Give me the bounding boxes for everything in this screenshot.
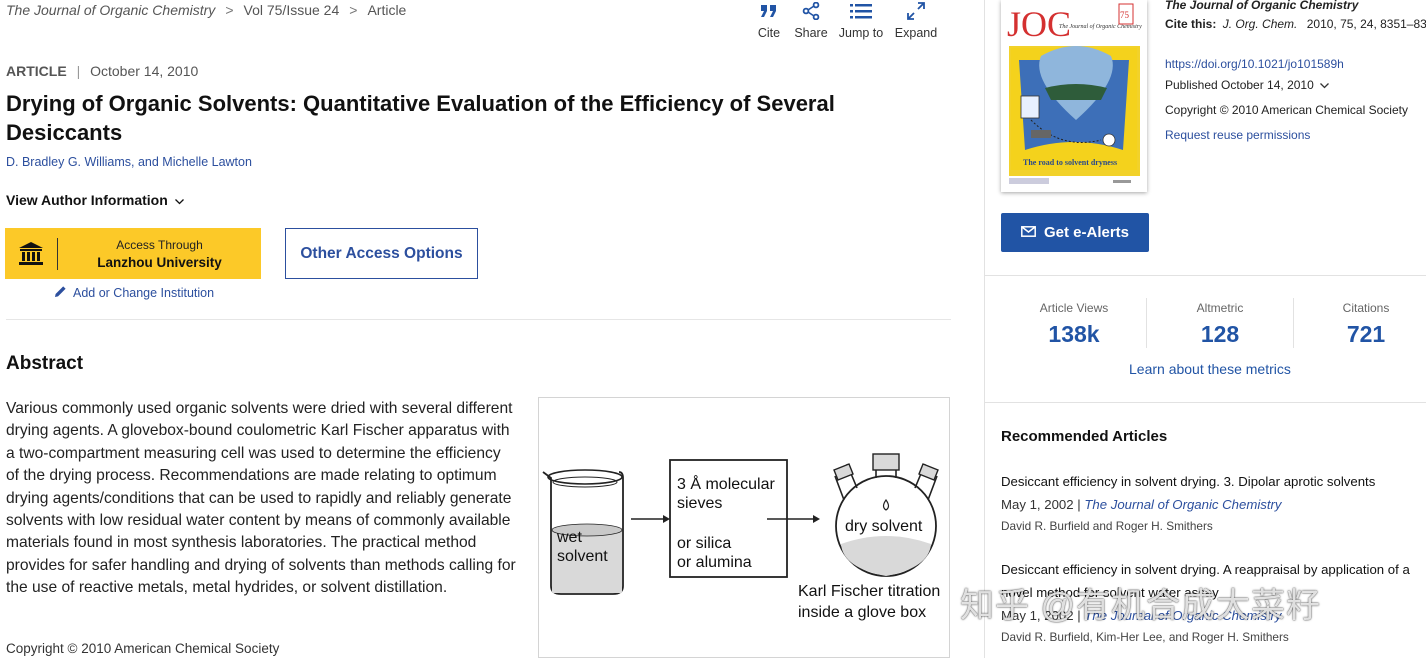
abstract-heading: Abstract [6,353,84,374]
pencil-icon [54,285,67,301]
sidebar-copyright: Copyright © 2010 American Chemical Socie… [1165,103,1408,117]
published-label: Published October 14, 2010 [1165,78,1314,92]
jump-to-button[interactable]: Jump to [836,0,886,40]
metric-value: 138k [1048,321,1100,347]
share-icon [802,0,820,22]
cite-this-label: Cite this: [1165,17,1217,31]
cover-badge: 75 [1120,10,1130,20]
figure-label-solvent: solvent [557,548,608,565]
abstract-text: Various commonly used organic solvents w… [6,400,516,597]
cite-label: Cite [757,26,781,40]
divider [985,275,1426,276]
quote-icon [761,0,777,22]
doi-link[interactable]: https://doi.org/10.1021/jo101589h [1165,54,1426,75]
article-date: October 14, 2010 [90,63,199,79]
cover-caption: The road to solvent dryness [1023,158,1117,167]
recommended-title[interactable]: Desiccant efficiency in solvent drying. … [1001,470,1426,493]
cite-journal-abbrev: J. Org. Chem. [1222,17,1298,31]
breadcrumb-issue[interactable]: Vol 75/Issue 24 [244,2,340,18]
watermark: 知乎 @有机合成大菜籽 [960,587,1321,625]
learn-metrics-link[interactable]: Learn about these metrics [1129,361,1291,377]
column-divider [984,0,985,658]
recommended-authors: David R. Burfield and Roger H. Smithers [1001,519,1213,533]
recommended-heading: Recommended Articles [1001,428,1168,445]
abstract-graphic[interactable]: wet solvent 3 Å molecular sieves or sili… [538,397,950,658]
article-title: Drying of Organic Solvents: Quantitative… [6,91,835,145]
get-e-alerts-button[interactable]: Get e-Alerts [1001,213,1149,252]
expand-icon [907,0,925,22]
access-through-label: Access Through [116,237,203,252]
breadcrumb-separator: > [225,2,234,18]
cite-this: Cite this: J. Org. Chem. 2010, 75, 24, 8… [1165,14,1426,35]
beaker-illustration [542,469,624,595]
recommended-date: May 1, 2002 | [1001,497,1085,512]
three-neck-flask-illustration [833,453,939,577]
metric-divider [1293,298,1294,348]
journal-cover[interactable]: JOC The Journal of Organic Chemistry 75 … [1001,0,1147,192]
access-through-button[interactable]: Access Through Lanzhou University [5,228,261,279]
metric-altmetric: Altmetric 128 [1150,301,1290,348]
share-label: Share [794,26,828,40]
change-institution-label: Add or Change Institution [73,286,215,300]
divider [6,319,951,320]
cite-button[interactable]: Cite [752,0,786,40]
chevron-down-icon [174,192,184,208]
expand-label: Expand [894,26,938,40]
figure-label-kf-1: Karl Fischer titration [798,583,940,600]
metric-label: Altmetric [1196,301,1244,315]
breadcrumb-separator: > [349,2,358,18]
list-icon [850,0,872,22]
metric-label: Citations [1342,301,1390,315]
kicker-divider: | [76,63,81,79]
figure-label-silica: or silica [677,535,731,552]
institution-icon [5,237,58,270]
metric-label: Article Views [1039,301,1109,315]
recommended-item[interactable]: Desiccant efficiency in solvent drying. … [1001,470,1426,537]
reuse-permissions-link[interactable]: Request reuse permissions [1165,125,1426,146]
breadcrumb-journal[interactable]: The Journal of Organic Chemistry [6,2,215,18]
figure-label-dry-solvent: dry solvent [845,518,923,535]
recommended-meta: May 1, 2002 | The Journal of Organic Che… [1001,493,1426,516]
expand-button[interactable]: Expand [894,0,938,40]
metric-divider [1146,298,1147,348]
get-e-alerts-label: Get e-Alerts [1043,224,1130,241]
article-kicker: ARTICLE | October 14, 2010 [6,63,198,79]
share-button[interactable]: Share [794,0,828,40]
article-toolbar: Cite Share Jump to Expand [752,0,938,40]
figure-label-sieves-1: 3 Å molecular [677,474,775,493]
figure-label-wet: wet [556,529,582,546]
metric-value: 721 [1346,321,1386,347]
view-author-information[interactable]: View Author Information [6,192,184,208]
change-institution-link[interactable]: Add or Change Institution [54,285,214,301]
published-date[interactable]: Published October 14, 2010 [1165,75,1426,96]
cite-reference: 2010, 75, 24, 8351–8354 [1306,17,1426,31]
metric-value: 128 [1200,321,1240,347]
recommended-journal: The Journal of Organic Chemistry [1084,497,1282,512]
article-type: ARTICLE [6,63,67,79]
figure-label-sieves-2: sieves [677,495,722,512]
other-access-options-button[interactable]: Other Access Options [285,228,478,279]
divider [985,402,1426,403]
mail-icon [1021,224,1036,241]
jump-to-label: Jump to [838,26,884,40]
figure-label-alumina: or alumina [677,554,752,571]
view-author-label: View Author Information [6,192,168,208]
article-authors[interactable]: D. Bradley G. Williams, and Michelle Law… [6,155,252,169]
arrow-icon [631,515,670,523]
citation-info: The Journal of Organic Chemistry Cite th… [1165,0,1426,146]
breadcrumb-section: Article [367,2,407,18]
metric-citations: Citations 721 [1296,301,1426,348]
recommended-authors: David R. Burfield, Kim-Her Lee, and Roge… [1001,630,1289,644]
institution-name: Lanzhou University [97,254,222,270]
figure-label-kf-2: inside a glove box [798,604,926,621]
breadcrumb: The Journal of Organic Chemistry > Vol 7… [6,2,406,18]
chevron-down-icon [1320,75,1330,96]
abstract-copyright: Copyright © 2010 American Chemical Socie… [6,641,280,656]
metric-article-views: Article Views 138k [1004,301,1144,348]
